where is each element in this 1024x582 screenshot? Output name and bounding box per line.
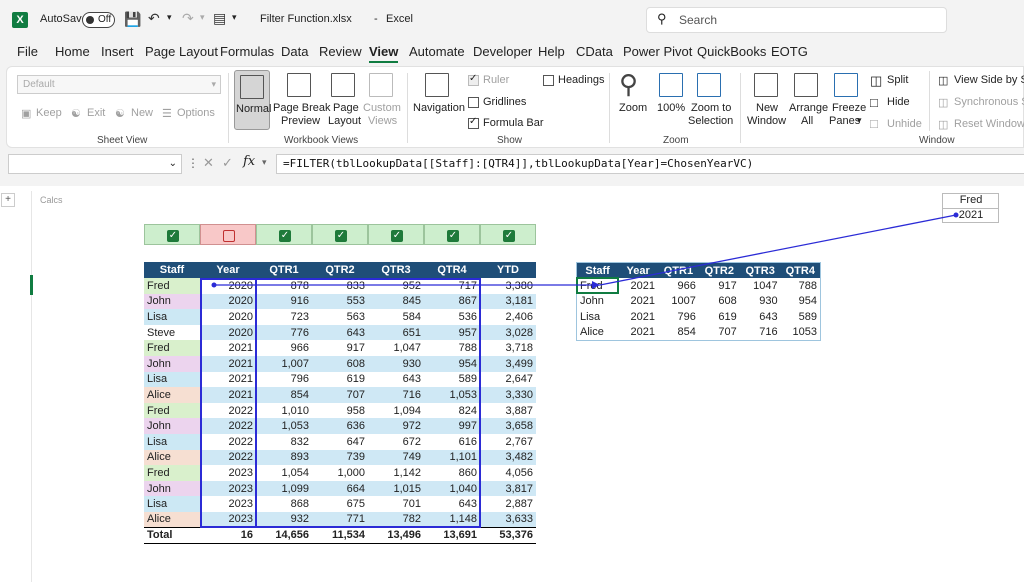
trace-arrow-start: [211, 282, 217, 288]
trace-arrow-head: [592, 281, 600, 289]
trace-precedent-arrows: [211, 212, 959, 289]
trace-arrow-start: [953, 212, 959, 218]
trace-arrow-year: [599, 214, 957, 286]
